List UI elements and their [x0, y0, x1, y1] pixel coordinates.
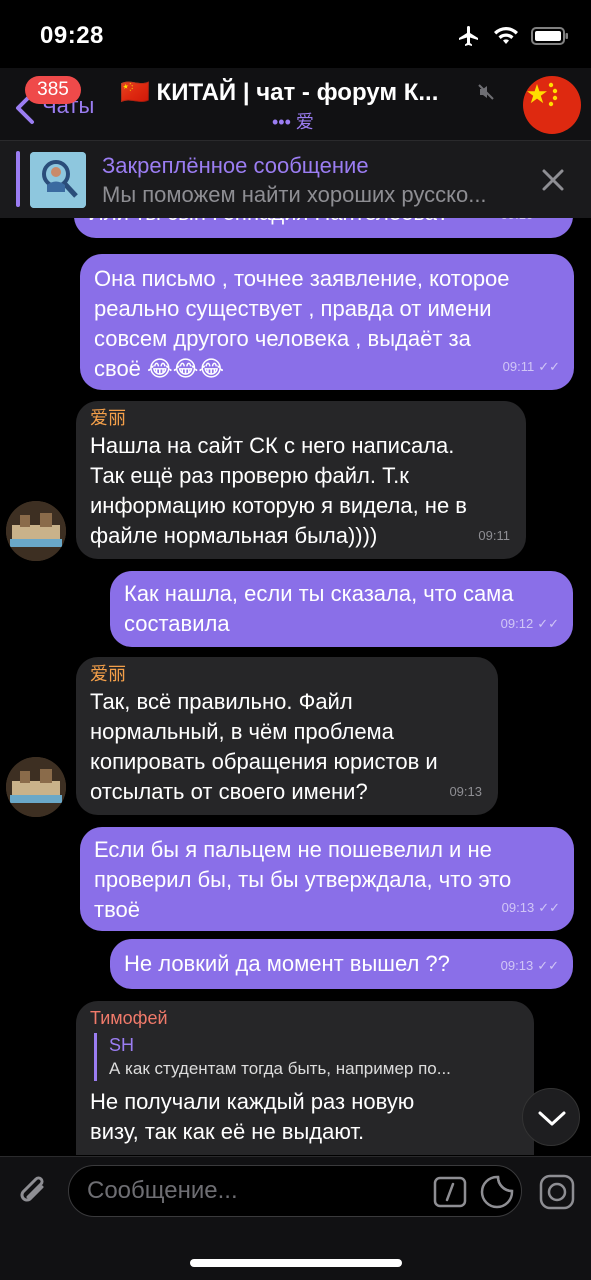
reply-text: А как студентам тогда быть, например по.… [109, 1059, 451, 1078]
message-meta: 09:13 ✓✓ [502, 893, 560, 923]
message-bubble-outgoing[interactable]: Как нашла, если ты сказала, что сама сос… [110, 571, 573, 647]
message-list[interactable]: Или ты сын Геннадия Пантелеева? 09:10✓✓ … [0, 218, 591, 1155]
message-time: 09:13 [449, 784, 482, 799]
unread-badge: 385 [25, 76, 81, 104]
message-bubble-outgoing[interactable]: Если бы я пальцем не пошевелил и не пров… [80, 827, 574, 931]
pinned-indicator [16, 151, 20, 207]
chat-title[interactable]: 🇨🇳 КИТАЙ | чат - форум К... [120, 78, 475, 107]
camera-icon[interactable] [538, 1173, 576, 1211]
message-time: 09:10 [501, 218, 534, 230]
chat-subtitle: ••• 爱 [272, 112, 314, 132]
message-text: Или ты сын Геннадия Пантелеева? [88, 218, 559, 228]
message-time: 09:13 [501, 900, 535, 915]
double-check-icon: ✓✓ [538, 900, 560, 915]
pinned-thumbnail [30, 152, 86, 208]
sender-name[interactable]: 爱丽 [90, 663, 484, 685]
double-check-icon: ✓✓ [538, 359, 560, 374]
status-bar: 09:28 [0, 0, 591, 68]
message-bubble-outgoing[interactable]: Или ты сын Геннадия Пантелеева? 09:10✓✓ [74, 218, 573, 238]
home-indicator [190, 1259, 402, 1267]
pinned-message-bar[interactable]: Закреплённое сообщение Мы поможем найти … [0, 140, 591, 218]
double-check-icon: ✓✓ [537, 958, 559, 973]
double-check-icon: ✓✓ [537, 218, 559, 230]
wifi-icon [494, 27, 518, 44]
message-text: Нашла на сайт СК с него написала. Так ещ… [90, 433, 467, 548]
paperclip-icon[interactable] [14, 1171, 54, 1211]
bot-commands-icon[interactable] [433, 1176, 467, 1208]
chat-header: Чаты 385 🇨🇳 КИТАЙ | чат - форум К... •••… [0, 68, 591, 140]
message-meta: 09:11 ✓✓ [503, 352, 560, 382]
battery-icon [531, 27, 568, 45]
message-input[interactable] [87, 1174, 417, 1208]
status-time: 09:28 [40, 22, 104, 49]
china-flag-avatar[interactable] [523, 76, 581, 134]
message-meta: 09:10✓✓ [501, 218, 559, 230]
status-icons [457, 24, 569, 48]
reply-quote[interactable]: SH А как студентам тогда быть, например … [94, 1033, 520, 1081]
user-avatar[interactable] [6, 501, 66, 561]
message-bubble-outgoing[interactable]: Она письмо , точнее заявление, которое р… [80, 254, 574, 390]
message-bubble-incoming[interactable]: Тимофей SH А как студентам тогда быть, н… [76, 1001, 534, 1155]
message-meta: 09:13 [449, 777, 482, 807]
message-text: Не получали каждый раз новую визу, так к… [90, 1089, 415, 1144]
airplane-icon [459, 26, 478, 46]
pinned-title: Закреплённое сообщение [102, 153, 369, 178]
message-time: 09:11 [502, 359, 535, 374]
message-bubble-incoming[interactable]: 爱丽 Нашла на сайт СК с него написала. Так… [76, 401, 526, 559]
sender-name[interactable]: Тимофей [90, 1007, 520, 1029]
pinned-text: Мы поможем найти хороших русско... [102, 182, 487, 207]
message-input-container[interactable] [68, 1165, 522, 1217]
double-check-icon: ✓✓ [537, 616, 559, 631]
chevron-down-icon [538, 1111, 566, 1126]
message-text: Не ловкий да момент вышел ?? [124, 951, 450, 976]
message-meta: 09:11 [478, 521, 510, 551]
message-text: Как нашла, если ты сказала, что сама сос… [124, 581, 514, 636]
reply-author: SH [109, 1035, 135, 1055]
message-text: Она письмо , точнее заявление, которое р… [94, 266, 510, 381]
message-text: Если бы я пальцем не пошевелил и не пров… [94, 837, 512, 922]
message-time: 09:12 [500, 616, 534, 631]
message-meta: 09:13 ✓✓ [501, 951, 559, 981]
user-avatar[interactable] [6, 757, 66, 817]
message-time: 09:13 [500, 958, 534, 973]
message-bubble-incoming[interactable]: 爱丽 Так, всё правильно. Файл нормальный, … [76, 657, 498, 815]
sender-name[interactable]: 爱丽 [90, 407, 512, 429]
scroll-to-bottom-button[interactable] [522, 1088, 580, 1146]
close-icon[interactable] [540, 167, 566, 193]
message-bubble-outgoing[interactable]: Не ловкий да момент вышел ?? 09:13 ✓✓ [110, 939, 573, 989]
sticker-icon[interactable] [479, 1174, 515, 1210]
message-composer [0, 1156, 591, 1280]
muted-speaker-icon [478, 84, 494, 100]
message-time: 09:11 [478, 528, 510, 543]
message-text: Так, всё правильно. Файл нормальный, в ч… [90, 689, 438, 804]
message-meta: 09:12 ✓✓ [501, 609, 559, 639]
